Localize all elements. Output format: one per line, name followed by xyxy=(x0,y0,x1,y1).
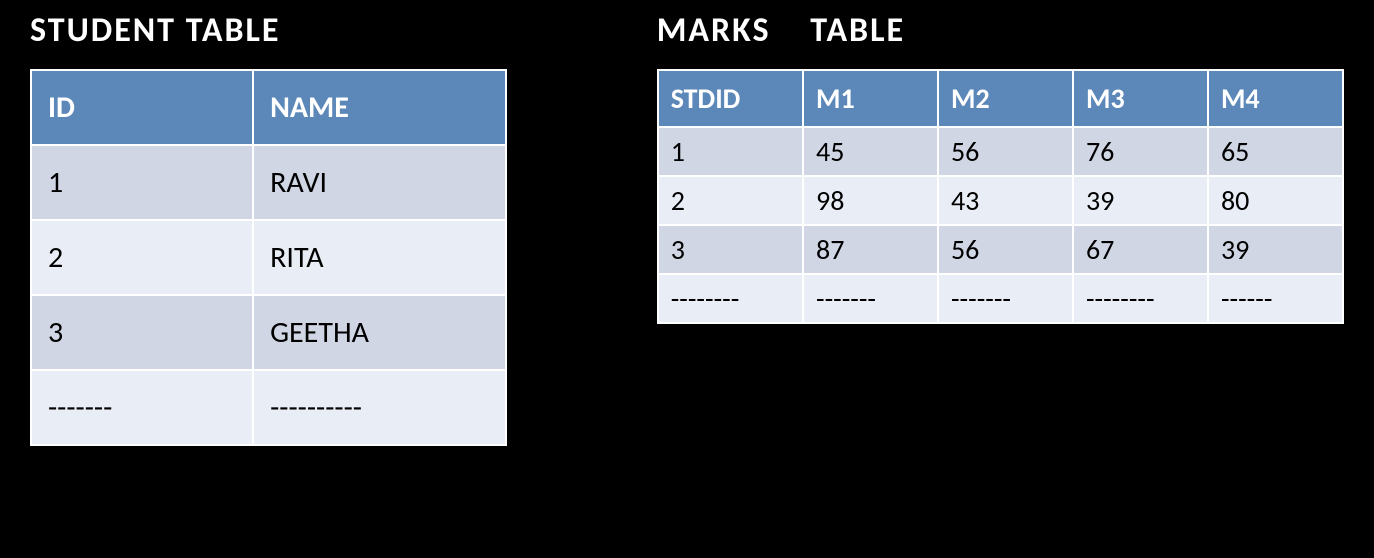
cell-stdid: 2 xyxy=(658,176,803,225)
cell-stdid: -------- xyxy=(658,274,803,323)
col-stdid: STDID xyxy=(658,70,803,127)
col-m1: M1 xyxy=(803,70,938,127)
cell-name: ---------- xyxy=(253,370,506,445)
cell-m3: -------- xyxy=(1073,274,1208,323)
marks-section: MARKS TABLE STDID M1 M2 M3 M4 1 45 56 76… xyxy=(657,10,1344,446)
student-table-title: STUDENT TABLE xyxy=(30,10,507,51)
cell-m1: 45 xyxy=(803,127,938,176)
cell-m2: 56 xyxy=(938,225,1073,274)
cell-m4: 39 xyxy=(1208,225,1343,274)
col-m4: M4 xyxy=(1208,70,1343,127)
cell-m4: ------ xyxy=(1208,274,1343,323)
cell-stdid: 3 xyxy=(658,225,803,274)
table-row: 3 GEETHA xyxy=(31,295,506,370)
cell-m3: 76 xyxy=(1073,127,1208,176)
student-section: STUDENT TABLE ID NAME 1 RAVI 2 RITA 3 xyxy=(30,10,507,446)
cell-id: 3 xyxy=(31,295,253,370)
cell-m2: 56 xyxy=(938,127,1073,176)
col-m3: M3 xyxy=(1073,70,1208,127)
cell-m4: 65 xyxy=(1208,127,1343,176)
table-row: 1 RAVI xyxy=(31,145,506,220)
student-table: ID NAME 1 RAVI 2 RITA 3 GEETHA --- xyxy=(30,69,507,446)
cell-name: GEETHA xyxy=(253,295,506,370)
cell-m2: 43 xyxy=(938,176,1073,225)
table-header-row: ID NAME xyxy=(31,70,506,145)
cell-m2: ------- xyxy=(938,274,1073,323)
table-row: 2 RITA xyxy=(31,220,506,295)
table-row: 3 87 56 67 39 xyxy=(658,225,1343,274)
col-m2: M2 xyxy=(938,70,1073,127)
col-name: NAME xyxy=(253,70,506,145)
cell-m3: 39 xyxy=(1073,176,1208,225)
col-id: ID xyxy=(31,70,253,145)
cell-m4: 80 xyxy=(1208,176,1343,225)
table-row: ------- ---------- xyxy=(31,370,506,445)
marks-table-title: MARKS TABLE xyxy=(657,10,1344,51)
cell-m3: 67 xyxy=(1073,225,1208,274)
cell-name: RITA xyxy=(253,220,506,295)
cell-stdid: 1 xyxy=(658,127,803,176)
cell-m1: ------- xyxy=(803,274,938,323)
table-row: -------- ------- ------- -------- ------ xyxy=(658,274,1343,323)
table-row: 2 98 43 39 80 xyxy=(658,176,1343,225)
cell-id: ------- xyxy=(31,370,253,445)
table-row: 1 45 56 76 65 xyxy=(658,127,1343,176)
cell-m1: 98 xyxy=(803,176,938,225)
cell-name: RAVI xyxy=(253,145,506,220)
cell-id: 1 xyxy=(31,145,253,220)
table-header-row: STDID M1 M2 M3 M4 xyxy=(658,70,1343,127)
cell-m1: 87 xyxy=(803,225,938,274)
cell-id: 2 xyxy=(31,220,253,295)
marks-table: STDID M1 M2 M3 M4 1 45 56 76 65 2 98 xyxy=(657,69,1344,324)
